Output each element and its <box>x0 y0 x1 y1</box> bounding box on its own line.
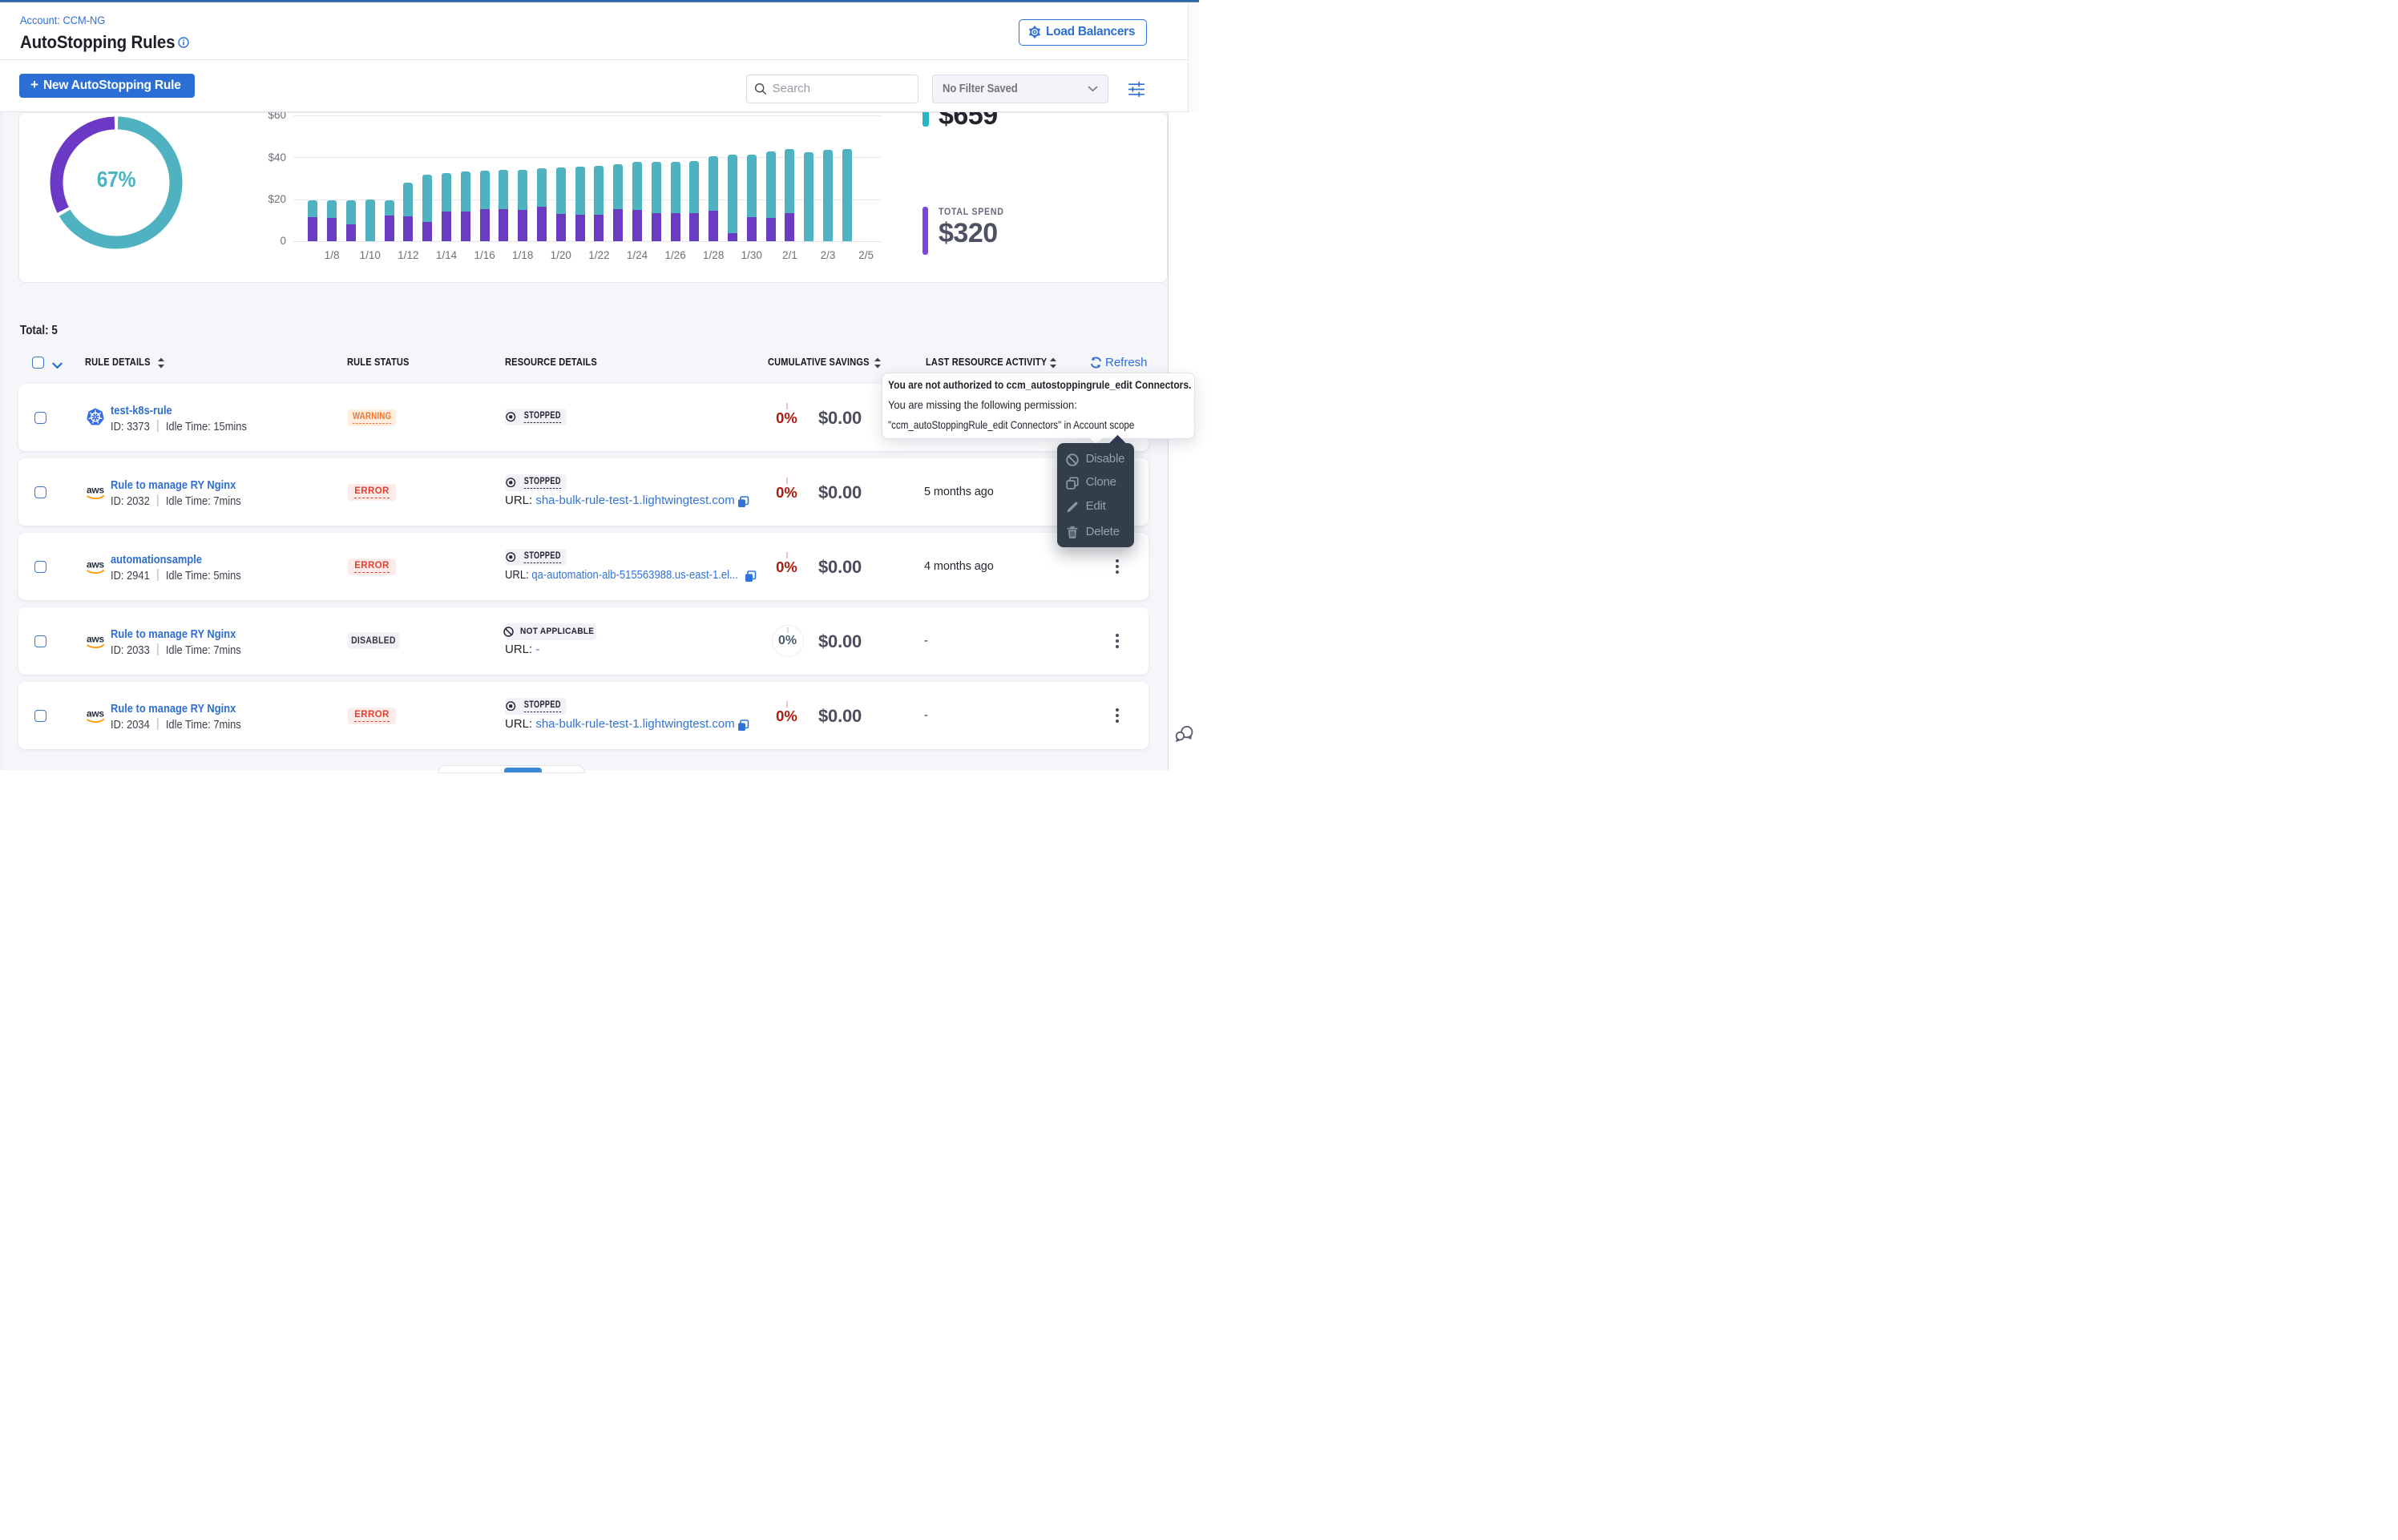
svg-text:aws: aws <box>87 485 104 496</box>
svg-text:aws: aws <box>87 634 104 645</box>
svg-text:aws: aws <box>87 708 104 720</box>
svg-text:aws: aws <box>87 559 104 570</box>
